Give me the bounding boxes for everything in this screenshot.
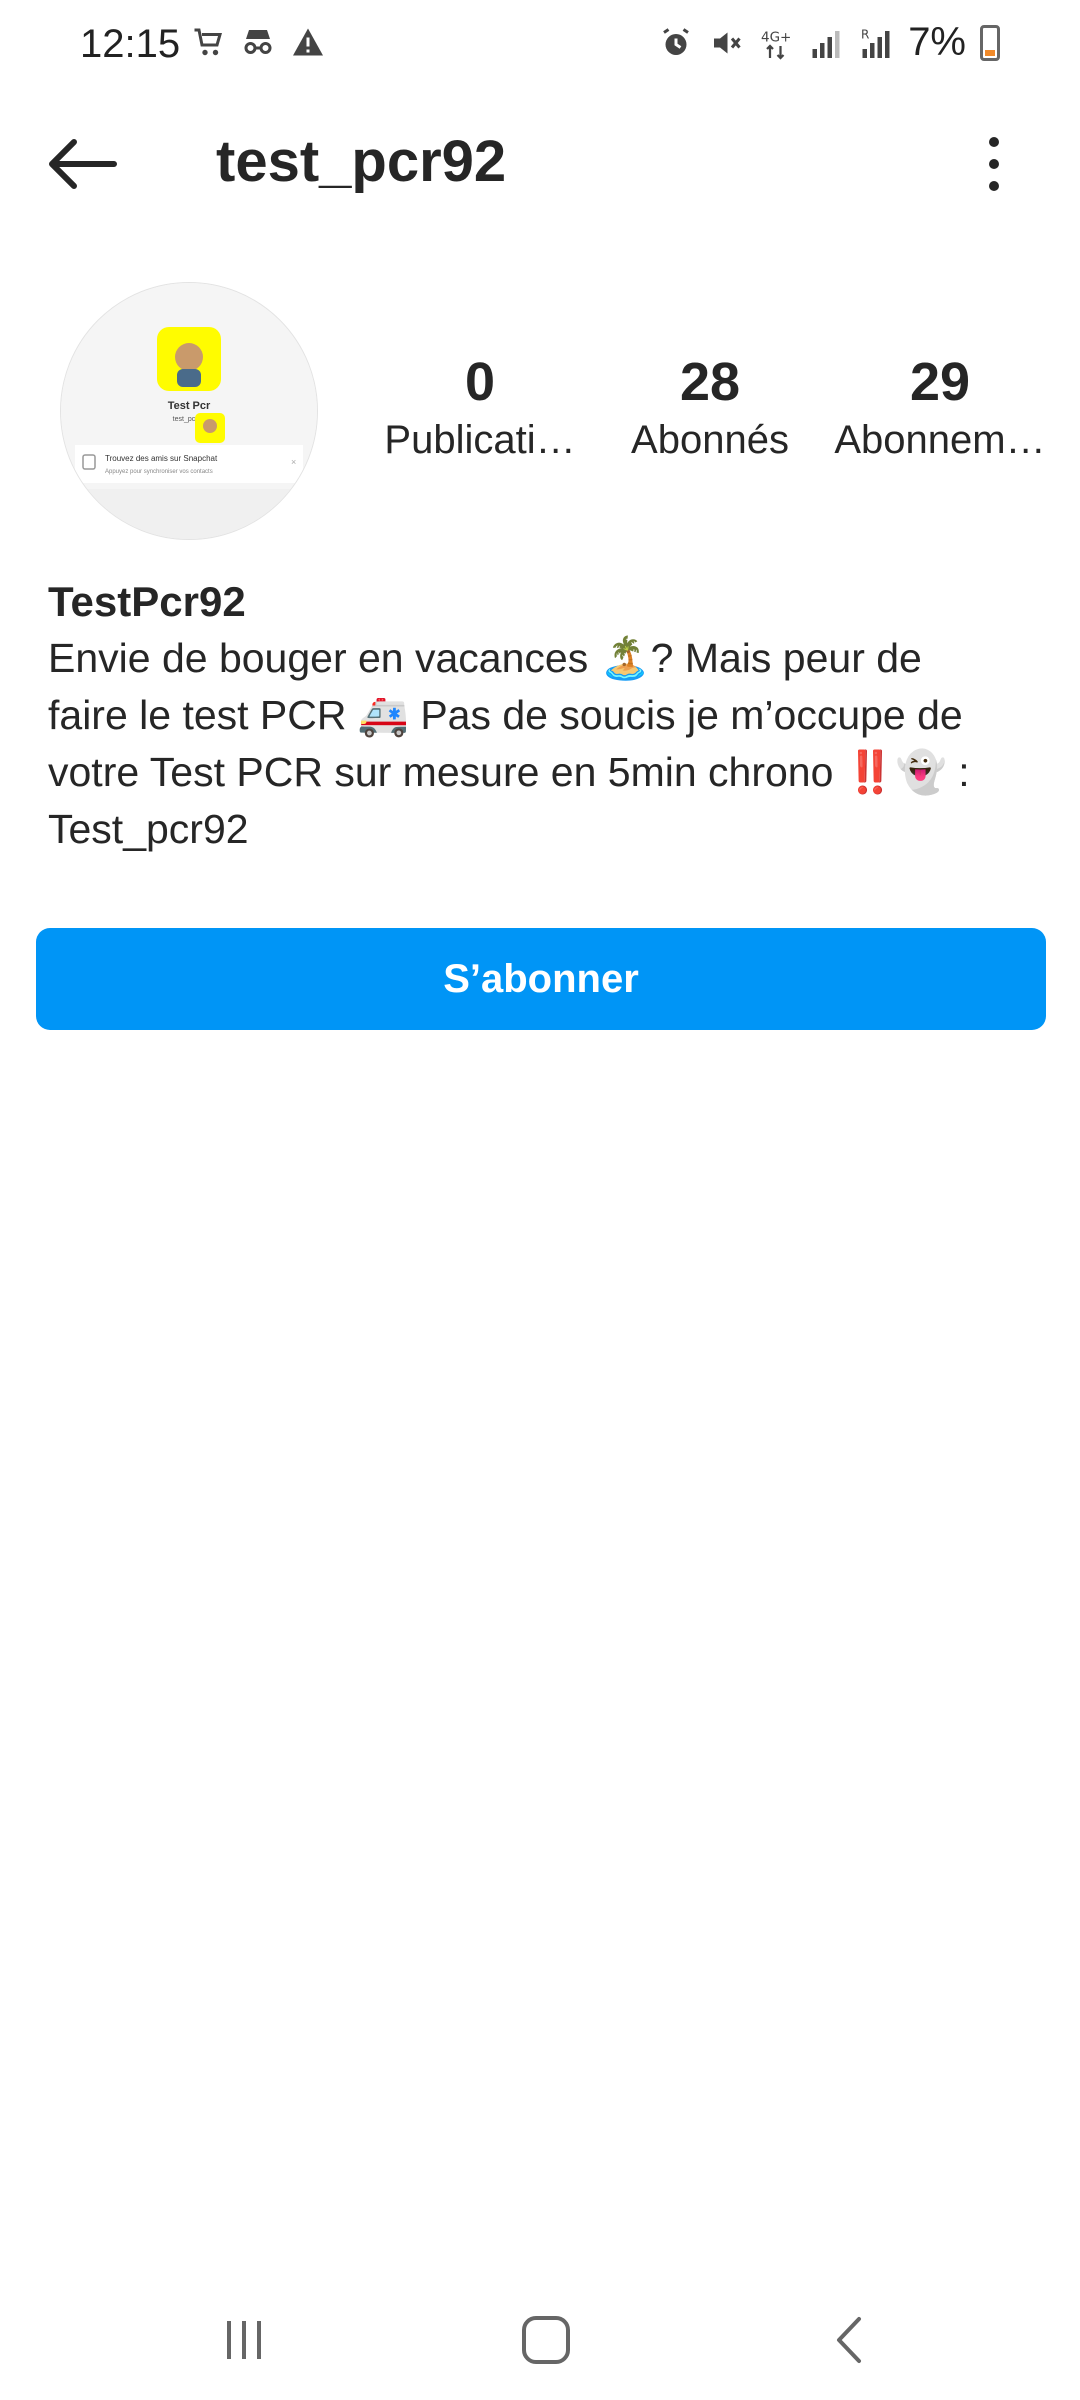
system-nav-bar [0, 2280, 1080, 2400]
signal-icon [812, 30, 840, 58]
recent-apps-icon[interactable] [204, 2300, 284, 2380]
follow-button[interactable]: S’abonner [36, 928, 1046, 1030]
home-icon[interactable] [506, 2300, 586, 2380]
more-vertical-icon[interactable] [964, 130, 1024, 200]
cart-icon [194, 28, 222, 56]
avatar[interactable]: Test Pcr test_pcr92 Trouvez des amis sur… [60, 282, 318, 540]
alarm-icon [663, 27, 690, 55]
mute-icon [714, 32, 741, 53]
svg-text:×: × [291, 457, 296, 467]
svg-text:R: R [861, 27, 869, 41]
bio-line: votre Test PCR sur mesure en 5min chrono… [48, 749, 970, 795]
posts-count: 0 [464, 352, 496, 412]
stat-posts[interactable]: 0 Publicati… [370, 350, 590, 466]
stat-followers[interactable]: 28 Abonnés [600, 350, 820, 466]
following-label: Abonnem… [834, 418, 1046, 462]
incognito-icon [244, 30, 272, 54]
status-time: 12:15 [80, 22, 181, 66]
avatar-banner-title: Trouvez des amis sur Snapchat [105, 454, 218, 463]
signal-roaming-icon: R [861, 27, 890, 58]
profile-username-title: test_pcr92 [216, 129, 507, 194]
bio-line: Envie de bouger en vacances 🏝️? Mais peu… [48, 635, 922, 681]
profile-bio: TestPcr92 Envie de bouger en vacances 🏝️… [48, 574, 1008, 858]
posts-label: Publicati… [384, 418, 576, 462]
svg-text:4G+: 4G+ [761, 29, 791, 45]
warning-icon [293, 28, 323, 56]
profile-stats: 0 Publicati… 28 Abonnés 29 Abonnem… [370, 350, 1050, 466]
followers-label: Abonnés [631, 418, 789, 462]
following-count: 29 [909, 352, 971, 412]
stat-following[interactable]: 29 Abonnem… [830, 350, 1050, 466]
battery-percentage: 7% [908, 20, 966, 64]
bio-line: Test_pcr92 [48, 806, 249, 852]
status-bar: 12:15 4G+ R 7% [0, 0, 1080, 96]
back-icon[interactable] [810, 2300, 890, 2380]
avatar-caption-title: Test Pcr [168, 400, 211, 412]
followers-count: 28 [679, 352, 741, 412]
bio-line: faire le test PCR 🚑 Pas de soucis je m’o… [48, 692, 963, 738]
network-4g-icon: 4G+ [761, 29, 792, 60]
profile-header: test_pcr92 [0, 110, 1080, 220]
back-arrow-icon[interactable] [44, 134, 120, 194]
display-name: TestPcr92 [48, 578, 246, 625]
avatar-banner-sub: Appuyez pour synchroniser vos contacts [105, 469, 213, 475]
battery-icon [980, 24, 1000, 61]
